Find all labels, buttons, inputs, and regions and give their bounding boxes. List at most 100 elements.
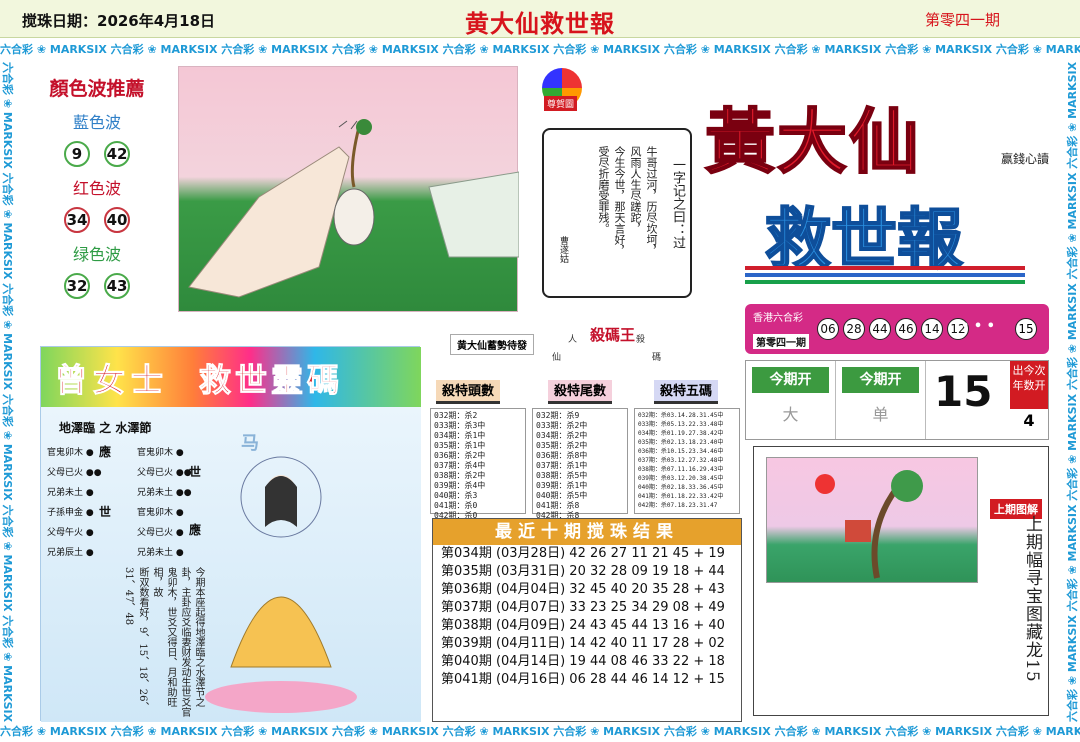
hk-special-number: 15: [1015, 318, 1037, 340]
border-top: 六合彩 ❀ MARKSIX 六合彩 ❀ MARKSIX 六合彩 ❀ MARKSI…: [0, 38, 1080, 62]
right-line-2: 父母已火 ●●: [137, 468, 192, 478]
color-wave-panel: 顏色波推薦 藍色波 9 42 红色波 34 40 绿色波 32 43: [22, 64, 172, 314]
badge-zunhe: 尊賀圖: [544, 96, 578, 111]
scroll-author: 曹遂姑: [558, 236, 568, 263]
left-line-1: 官鬼卯木 ●: [47, 448, 94, 458]
kai-small-number: 4: [1023, 411, 1035, 430]
table-row: 第035期 (03月31日) 20 32 28 09 19 18 + 44: [441, 564, 725, 579]
red-wave-label: 红色波: [72, 179, 121, 198]
table-row: 第040期 (04月14日) 19 44 08 46 33 22 + 18: [441, 654, 725, 669]
verse-numbers: 断双数看好，9、15、18、26、31、47、48: [123, 567, 148, 712]
table-row: 第041期 (04月16日) 06 28 44 46 14 12 + 15: [441, 672, 725, 687]
recent-title: 最近十期搅珠结果: [433, 519, 741, 545]
kill-table-five: 032期：杀03.14.28.31.45中 033期：杀05.13.22.33.…: [634, 408, 740, 514]
mark-shi-right: 世: [189, 465, 202, 479]
banner-char-2: 仙: [552, 353, 562, 363]
kill-king-banner: 黄大仙蓄勢待發 殺碼王 人 仙 殺 碼: [430, 322, 740, 377]
page-title: 黄大仙救世報: [465, 9, 615, 38]
kill-table-tens: 032期：杀2 033期：杀3中 034期：杀1中 035期：杀1中 036期：…: [430, 408, 526, 520]
border-bottom: 六合彩 ❀ MARKSIX 六合彩 ❀ MARKSIX 六合彩 ❀ MARKSI…: [0, 722, 1080, 742]
scroll-line-2: 风雨人生尽蹉跎，: [629, 146, 642, 234]
kai-side-label: 出今次年数开: [1010, 361, 1048, 409]
kill-tables: 032期：杀2 033期：杀3中 034期：杀1中 035期：杀1中 036期：…: [430, 408, 740, 520]
right-line-5: 父母已火 ●: [137, 528, 184, 538]
hk-dots: • • •: [961, 319, 995, 334]
logo-line-1: 黃大仙: [704, 99, 921, 184]
hk-issue: 第零四一期: [753, 334, 809, 349]
table-row: 第036期 (04月04日) 32 45 40 20 35 28 + 43: [441, 582, 725, 597]
kill-headers: 殺特頭數 殺特尾數 殺特五碼: [430, 380, 740, 404]
blue-ball-2: 42: [104, 141, 130, 167]
left-line-4: 子孫申金 ●: [47, 508, 94, 518]
blue-ball-1: 9: [64, 141, 90, 167]
previous-issue-panel: 上期图解 上期幅寻宝图藏龙15: [753, 446, 1049, 716]
this-issue-box: 今期开 大 今期开 单 15 出今次年数开 4: [745, 360, 1049, 440]
treasure-drawing: [815, 470, 923, 579]
scroll-line-3: 今生今世，那天言好，: [613, 146, 626, 256]
kill-head-units: 殺特尾數: [548, 380, 613, 404]
kai-head-2: 今期开: [842, 367, 919, 393]
kill-head-tens: 殺特頭數: [436, 380, 501, 404]
border-left: 六合彩 ❀ MARKSIX 六合彩 ❀ MARKSIX 六合彩 ❀ MARKSI…: [0, 62, 20, 722]
deity-figure: [201, 447, 371, 717]
kai-value-odd: 单: [872, 405, 889, 424]
left-line-5: 父母午火 ●: [47, 528, 94, 538]
scroll-line-4: 受尽折磨受罪残。: [597, 146, 610, 234]
left-line-3: 兄弟未土 ●: [47, 488, 94, 498]
hk-label: 香港六合彩: [753, 313, 803, 324]
hk-results-bar: 香港六合彩 第零四一期 06 28 44 46 14 12 • • • 15: [745, 304, 1049, 354]
kill-table-units: 032期：杀9 033期：杀2中 034期：杀2中 035期：杀2中 036期：…: [532, 408, 628, 520]
riddle-illustration: [178, 66, 520, 312]
red-ball-1: 34: [64, 207, 90, 233]
left-line-6: 兄弟辰土 ●: [47, 548, 94, 558]
banner-char-4: 碼: [652, 353, 662, 363]
hk-number-5: 14: [921, 318, 943, 340]
kai-head-1: 今期开: [752, 367, 829, 393]
table-row: 第038期 (04月09日) 24 43 45 44 13 16 + 40: [441, 618, 725, 633]
logo-slogan: 赢錢心讀: [1000, 152, 1049, 166]
right-line-1: 官鬼卯木 ●: [137, 448, 184, 458]
landscape-drawing: [188, 119, 520, 298]
right-line-6: 兄弟未土 ●: [137, 548, 184, 558]
kill-head-five: 殺特五碼: [654, 380, 719, 404]
right-line-3: 兄弟未土 ●●: [137, 488, 192, 498]
hexagram-body: 地澤臨 之 水澤節 官鬼卯木 ● 父母已火 ●● 兄弟未土 ● 子孫申金 ● 父…: [41, 407, 421, 722]
scroll-title: 一字记之曰：过: [670, 158, 685, 249]
previous-hint: 上期幅寻宝图藏龙15: [1022, 515, 1042, 683]
momentum-slogan: 黄大仙蓄勢待發: [450, 334, 534, 355]
header-bar: 搅珠日期：2026年4月18日 黄大仙救世報 第零四一期: [0, 0, 1080, 38]
issue-number: 第零四一期: [924, 11, 1000, 29]
banner-char-1: 人: [568, 335, 578, 345]
spirit-code-panel: 曾女士 救世靈碼 地澤臨 之 水澤節 官鬼卯木 ● 父母已火 ●● 兄弟未土 ●…: [40, 346, 421, 722]
table-row: 第037期 (04月07日) 33 23 25 34 29 08 + 49: [441, 600, 725, 615]
left-line-2: 父母已火 ●●: [47, 468, 102, 478]
red-ball-2: 40: [104, 207, 130, 233]
recent-results-table: 最近十期搅珠结果 第034期 (03月28日) 42 26 27 11 21 4…: [432, 518, 742, 722]
logo-stripes: [745, 266, 1025, 270]
mark-shi-left: 世: [99, 505, 112, 519]
right-line-4: 官鬼卯木 ●: [137, 508, 184, 518]
hexagram-subtitle: 地澤臨 之 水澤節: [59, 421, 152, 435]
spirit-code-title: 救世靈碼: [198, 361, 344, 400]
hk-number-4: 46: [895, 318, 917, 340]
hk-number-2: 28: [843, 318, 865, 340]
mark-ying-right: 應: [189, 523, 202, 537]
kai-big-number: 15: [934, 367, 993, 416]
border-right: 六合彩 ❀ MARKSIX 六合彩 ❀ MARKSIX 六合彩 ❀ MARKSI…: [1060, 62, 1080, 722]
table-row: 第039期 (04月11日) 14 42 40 11 17 28 + 02: [441, 636, 725, 651]
banner-char-3: 殺: [636, 335, 646, 345]
verse-body: 今期本座起得地澤臨之水澤节之卦，主卦应爻临妻财发动生世爻官鬼卯木，世爻又得日、月…: [151, 567, 204, 717]
mark-ying-left: 應: [99, 445, 112, 459]
previous-illustration: [766, 457, 978, 583]
author-name: 曾女士: [54, 361, 170, 400]
wave-title: 顏色波推薦: [49, 78, 145, 100]
masthead-logo: 黃大仙 赢錢心讀 救世報: [704, 60, 1055, 300]
green-wave-label: 绿色波: [72, 245, 121, 264]
spirit-code-header: 曾女士 救世靈碼: [41, 347, 421, 407]
green-ball-1: 32: [64, 273, 90, 299]
verse-scroll: 尊賀圖 一字记之曰：过 牛哥过河，历尽坎坷， 风雨人生尽蹉跎， 今生今世，那天言…: [520, 66, 720, 312]
scroll-line-1: 牛哥过河，历尽坎坷，: [645, 146, 658, 256]
hk-number-3: 44: [869, 318, 891, 340]
green-ball-2: 43: [104, 273, 130, 299]
kill-king-title: 殺碼王: [590, 326, 636, 344]
